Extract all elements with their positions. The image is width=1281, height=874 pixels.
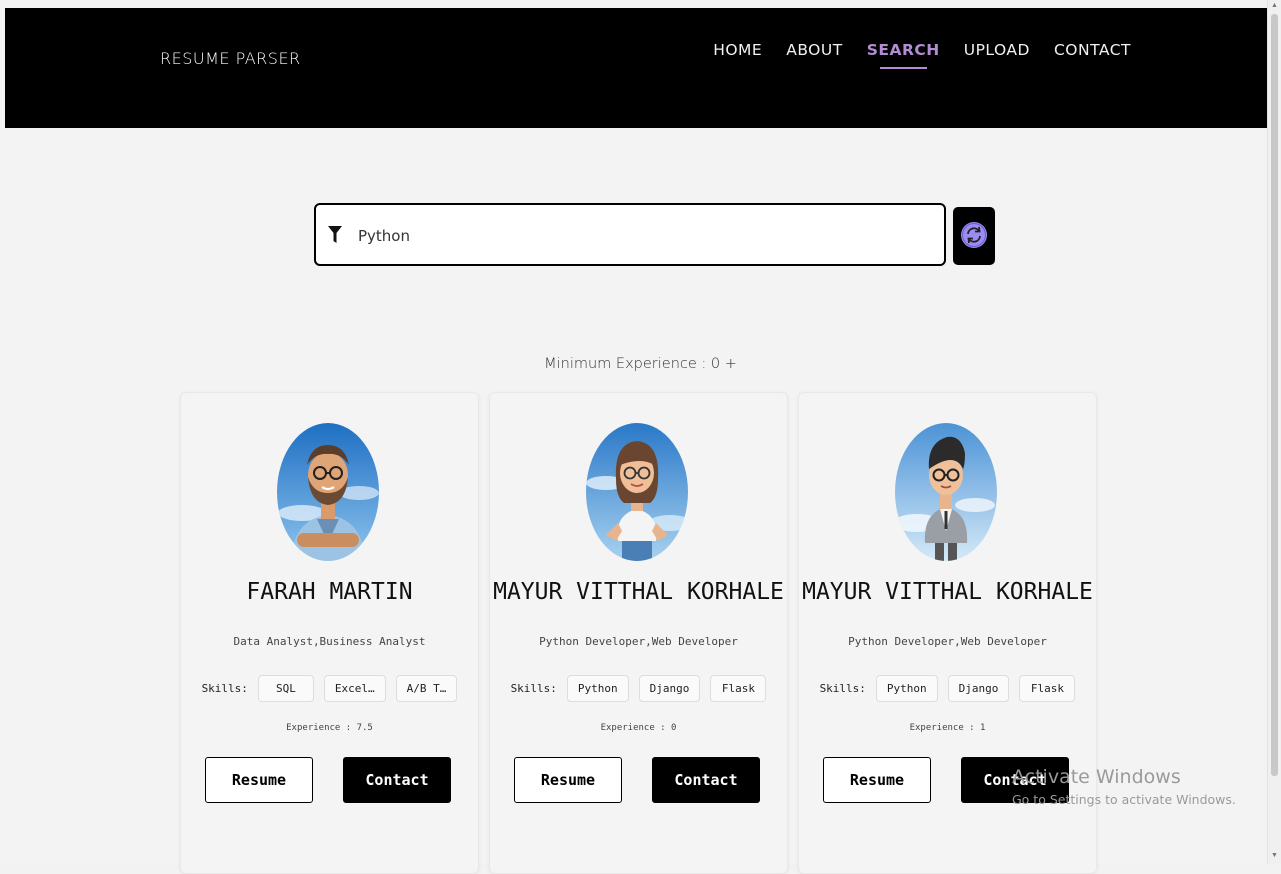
candidate-experience: Experience : 1 (909, 723, 986, 733)
contact-button[interactable]: Contact (343, 757, 451, 803)
candidate-experience: Experience : 7.5 (286, 723, 373, 733)
skill-chip: A/B T… (395, 675, 458, 702)
nav-upload[interactable]: UPLOAD (964, 41, 1030, 69)
search-box (314, 203, 946, 266)
filter-icon (328, 226, 342, 243)
skills-label: Skills: (201, 682, 248, 695)
candidate-card: MAYUR VITTHAL KORHALE Python Developer,W… (489, 392, 788, 874)
activate-windows-watermark: Activate Windows Go to Settings to activ… (1012, 766, 1236, 807)
skill-chip: Python (875, 675, 938, 702)
search-input[interactable] (356, 221, 930, 251)
nav-contact[interactable]: CONTACT (1054, 41, 1131, 69)
candidate-name: FARAH MARTIN (246, 579, 413, 605)
skills-row: Skills: Python Django Flask (799, 675, 1096, 702)
nav-links: HOME ABOUT SEARCH UPLOAD CONTACT (713, 41, 1131, 69)
skills-label: Skills: (819, 682, 866, 695)
candidate-experience: Experience : 0 (600, 723, 677, 733)
resume-button[interactable]: Resume (823, 757, 931, 803)
contact-button[interactable]: Contact (652, 757, 760, 803)
avatar (586, 423, 688, 561)
refresh-button[interactable] (953, 207, 995, 265)
candidate-role: Data Analyst,Business Analyst (233, 635, 426, 648)
avatar (277, 423, 379, 561)
resume-button[interactable]: Resume (205, 757, 313, 803)
candidate-name: MAYUR VITTHAL KORHALE (802, 579, 1093, 605)
watermark-title: Activate Windows (1012, 766, 1181, 788)
skill-chip: Python (566, 675, 629, 702)
scroll-down-icon[interactable]: ▼ (1271, 852, 1278, 860)
scrollbar-thumb[interactable] (1271, 14, 1278, 776)
skill-chip: SQL (257, 675, 314, 702)
refresh-icon (961, 222, 987, 248)
skills-row: Skills: SQL Excel… A/B T… (181, 675, 478, 702)
nav-home[interactable]: HOME (713, 41, 762, 69)
vertical-scrollbar[interactable]: ▲ ▼ (1267, 0, 1281, 864)
skill-chip: Django (638, 675, 701, 702)
candidate-role: Python Developer,Web Developer (848, 635, 1047, 648)
watermark-subtitle: Go to Settings to activate Windows. (1012, 792, 1236, 807)
skill-chip: Flask (1019, 675, 1076, 702)
navbar: RESUME PARSER HOME ABOUT SEARCH UPLOAD C… (5, 8, 1268, 128)
nav-search[interactable]: SEARCH (867, 41, 940, 69)
skill-chip: Flask (710, 675, 767, 702)
skill-chip: Django (947, 675, 1010, 702)
skills-row: Skills: Python Django Flask (490, 675, 787, 702)
brand-logo[interactable]: RESUME PARSER (160, 49, 301, 68)
candidate-card: FARAH MARTIN Data Analyst,Business Analy… (180, 392, 479, 874)
skill-chip: Excel… (323, 675, 386, 702)
avatar (895, 423, 997, 561)
nav-about[interactable]: ABOUT (786, 41, 842, 69)
candidate-role: Python Developer,Web Developer (539, 635, 738, 648)
minimum-experience-label: Minimum Experience : 0 + (544, 356, 737, 372)
skills-label: Skills: (510, 682, 557, 695)
resume-button[interactable]: Resume (514, 757, 622, 803)
page: RESUME PARSER HOME ABOUT SEARCH UPLOAD C… (0, 0, 1268, 874)
candidate-name: MAYUR VITTHAL KORHALE (493, 579, 784, 605)
scroll-up-icon[interactable]: ▲ (1271, 2, 1278, 10)
